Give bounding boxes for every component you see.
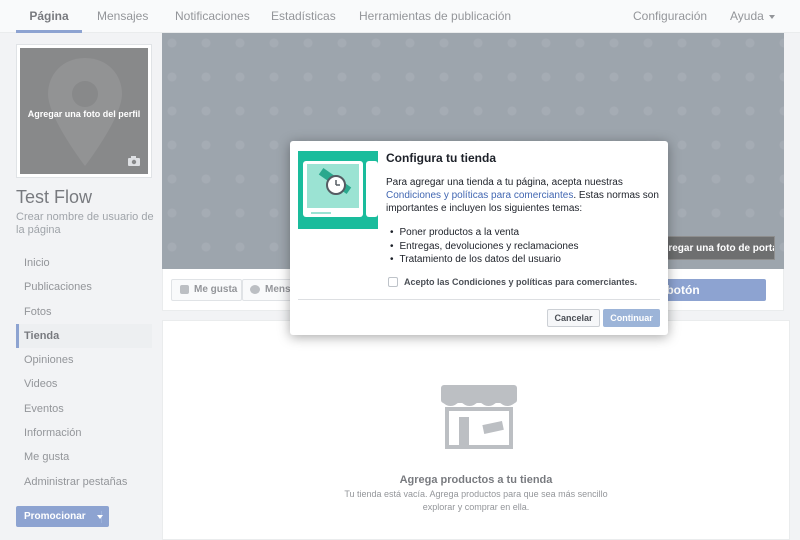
list-item: Poner productos a la venta [390,226,660,240]
shop-illustration-icon [298,151,378,229]
dialog-body-text-1: Para agregar una tienda a tu página, ace… [386,177,623,188]
dialog-title: Configura tu tienda [386,151,496,165]
accept-terms-checkbox[interactable] [388,277,398,287]
list-item: Entregas, devoluciones y reclamaciones [390,240,660,254]
dialog-footer-divider [298,299,660,300]
list-item: Tratamiento de los datos del usuario [390,253,660,267]
continue-button[interactable]: Continuar [603,309,660,327]
accept-terms-label[interactable]: Acepto las Condiciones y políticas para … [404,277,637,287]
merchant-terms-link[interactable]: Condiciones y políticas para comerciante… [386,190,573,201]
dialog-body: Para agregar una tienda a tu página, ace… [386,176,662,215]
topics-list: Poner productos a la venta Entregas, dev… [390,226,660,267]
cancel-button[interactable]: Cancelar [547,309,600,327]
setup-shop-dialog: Configura tu tienda Para agregar una tie… [290,141,668,335]
